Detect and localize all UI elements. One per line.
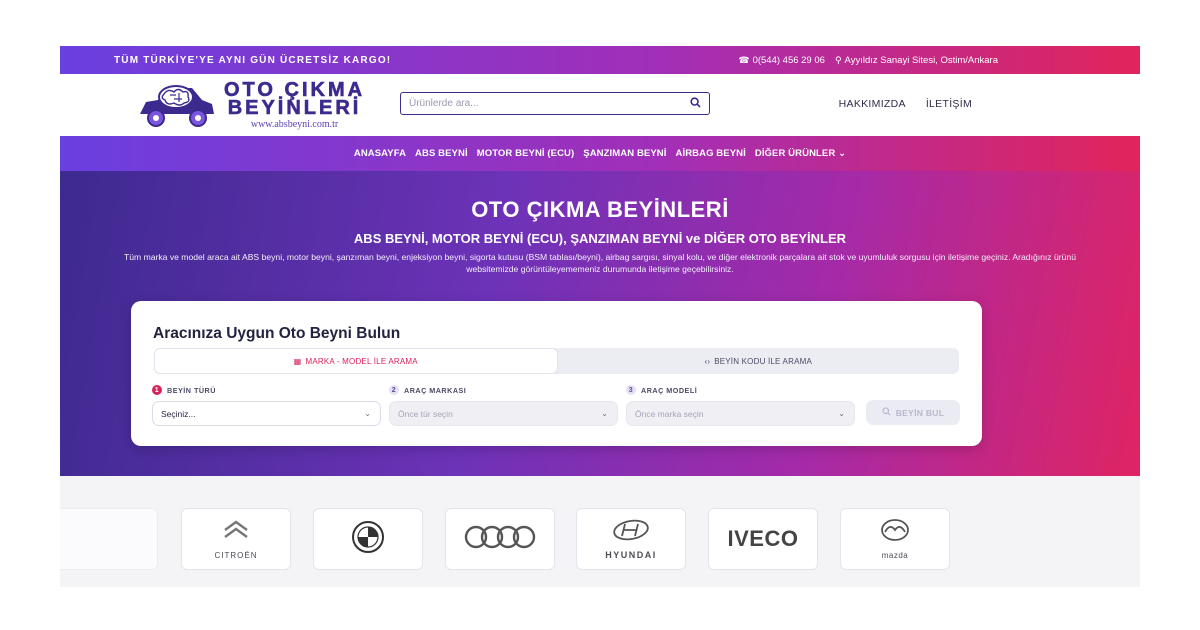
finder-fields: 1 BEYİN TÜRÜ Seçiniz... ⌄ 2 ARAÇ MARKASI Ön… bbox=[152, 385, 962, 427]
brain-finder-card: Aracınıza Uygun Oto Beyni Bulun ▦ MARKA … bbox=[131, 301, 982, 446]
address-text: Ayyıldız Sanayi Sitesi, Ostim/Ankara bbox=[844, 54, 998, 66]
brand-label: mazda bbox=[881, 551, 909, 560]
field-label-text: ARAÇ MODELİ bbox=[641, 385, 698, 395]
brand-label: HYUNDAI bbox=[605, 549, 657, 560]
search-input[interactable]: Ürünlerde ara... bbox=[400, 92, 710, 115]
chevron-down-icon: ⌄ bbox=[838, 409, 845, 418]
page: TÜM TÜRKİYE'YE AYNI GÜN ÜCRETSİZ KARGO! … bbox=[60, 46, 1140, 587]
link-contact[interactable]: İLETİŞİM bbox=[926, 98, 972, 110]
tab-brand-model[interactable]: ▦ MARKA - MODEL İLE ARAMA bbox=[154, 348, 558, 374]
contact-info: ☎ 0(544) 456 29 06 ⚲ Ayyıldız Sanayi Sites… bbox=[738, 55, 998, 66]
site-header: OTO ÇIKMA BEYİNLERİ www.absbeyni.com.tr … bbox=[60, 74, 1140, 136]
code-icon: ‹› bbox=[704, 356, 711, 366]
field-vehicle-brand: 2 ARAÇ MARKASI Önce tür seçin ⌄ bbox=[389, 385, 618, 426]
find-button-label: BEYİN BUL bbox=[895, 407, 945, 418]
shipping-promo: TÜM TÜRKİYE'YE AYNI GÜN ÜCRETSİZ KARGO! bbox=[114, 54, 392, 66]
top-bar: TÜM TÜRKİYE'YE AYNI GÜN ÜCRETSİZ KARGO! … bbox=[60, 46, 1140, 74]
select-value: Önce marka seçin bbox=[635, 408, 704, 419]
grid-icon: ▦ bbox=[293, 356, 302, 366]
phone-link[interactable]: ☎ 0(544) 456 29 06 bbox=[738, 55, 825, 66]
site-logo[interactable]: OTO ÇIKMA BEYİNLERİ www.absbeyni.com.tr bbox=[136, 78, 366, 132]
field-label: 2 ARAÇ MARKASI bbox=[389, 385, 618, 395]
citroen-logo-icon bbox=[222, 518, 250, 547]
search-icon bbox=[882, 407, 891, 418]
field-label: 3 ARAÇ MODELİ bbox=[626, 385, 855, 395]
vehicle-model-select[interactable]: Önce marka seçin ⌄ bbox=[626, 401, 855, 426]
nav-item-transmission[interactable]: ŞANZIMAN BEYNİ bbox=[583, 148, 666, 159]
search-placeholder: Ürünlerde ara... bbox=[409, 98, 479, 109]
tab-brain-code[interactable]: ‹› BEYİN KODU İLE ARAMA bbox=[558, 348, 960, 374]
field-brain-type: 1 BEYİN TÜRÜ Seçiniz... ⌄ bbox=[152, 385, 381, 426]
phone-icon: ☎ bbox=[738, 54, 750, 65]
main-nav: ANASAYFA ABS BEYNİ MOTOR BEYNİ (ECU) ŞAN… bbox=[60, 136, 1140, 171]
step-badge: 1 bbox=[152, 385, 162, 395]
step-badge: 3 bbox=[626, 385, 636, 395]
address-link[interactable]: ⚲ Ayyıldız Sanayi Sitesi, Ostim/Ankara bbox=[835, 55, 998, 66]
brand-card-bmw[interactable] bbox=[313, 508, 423, 570]
header-links: HAKKIMIZDA İLETİŞİM bbox=[839, 98, 972, 110]
tab-label: MARKA - MODEL İLE ARAMA bbox=[305, 356, 418, 366]
audi-logo-icon bbox=[460, 524, 540, 555]
car-brain-logo-icon bbox=[136, 80, 216, 130]
logo-line2: BEYİNLERİ bbox=[227, 96, 362, 119]
tab-label: BEYİN KODU İLE ARAMA bbox=[714, 356, 813, 366]
field-vehicle-model: 3 ARAÇ MODELİ Önce marka seçin ⌄ bbox=[626, 385, 855, 426]
phone-number: 0(544) 456 29 06 bbox=[752, 54, 825, 66]
brand-card-iveco[interactable]: IVECO bbox=[708, 508, 818, 570]
vehicle-brand-select[interactable]: Önce tür seçin ⌄ bbox=[389, 401, 618, 426]
link-about[interactable]: HAKKIMIZDA bbox=[839, 98, 906, 110]
brand-label: CITROËN bbox=[214, 551, 258, 560]
hyundai-logo-icon bbox=[611, 519, 651, 546]
nav-item-ecu[interactable]: MOTOR BEYNİ (ECU) bbox=[477, 148, 575, 159]
nav-item-home[interactable]: ANASAYFA bbox=[354, 148, 406, 159]
brand-card-citroen[interactable]: CITROËN bbox=[181, 508, 291, 570]
nav-item-other[interactable]: DİĞER ÜRÜNLER ⌄ bbox=[755, 148, 846, 159]
hero-description: Tüm marka ve model araca ait ABS beyni, … bbox=[124, 252, 1076, 274]
search-icon[interactable] bbox=[690, 96, 701, 111]
brand-card-partial[interactable] bbox=[60, 508, 158, 570]
bmw-logo-icon bbox=[351, 520, 385, 559]
step-badge: 2 bbox=[389, 385, 399, 395]
brand-card-audi[interactable] bbox=[445, 508, 555, 570]
chevron-down-icon: ⌄ bbox=[364, 409, 371, 418]
logo-line1: OTO ÇIKMA bbox=[224, 78, 366, 101]
select-value: Önce tür seçin bbox=[398, 408, 453, 419]
find-brain-button[interactable]: BEYİN BUL bbox=[866, 400, 960, 425]
hero-title: OTO ÇIKMA BEYİNLERİ bbox=[471, 197, 729, 222]
field-label-text: BEYİN TÜRÜ bbox=[167, 385, 216, 395]
nav-item-airbag[interactable]: AİRBAG BEYNİ bbox=[676, 148, 746, 159]
brand-card-hyundai[interactable]: HYUNDAI bbox=[576, 508, 686, 570]
logo-text: OTO ÇIKMA BEYİNLERİ www.absbeyni.com.tr bbox=[224, 78, 366, 130]
field-label: 1 BEYİN TÜRÜ bbox=[152, 385, 381, 395]
field-label-text: ARAÇ MARKASI bbox=[404, 385, 467, 395]
select-value: Seçiniz... bbox=[161, 408, 196, 419]
finder-title: Aracınıza Uygun Oto Beyni Bulun bbox=[153, 325, 401, 342]
hero-subtitle: ABS BEYNİ, MOTOR BEYNİ (ECU), ŞANZIMAN B… bbox=[353, 231, 847, 246]
map-pin-icon: ⚲ bbox=[834, 54, 842, 65]
brain-type-select[interactable]: Seçiniz... ⌄ bbox=[152, 401, 381, 426]
nav-item-abs[interactable]: ABS BEYNİ bbox=[415, 148, 468, 159]
brand-card-mazda[interactable]: mazda bbox=[840, 508, 950, 570]
search-mode-tabs: ▦ MARKA - MODEL İLE ARAMA ‹› BEYİN KODU … bbox=[154, 348, 959, 374]
chevron-down-icon: ⌄ bbox=[601, 409, 608, 418]
brand-label: IVECO bbox=[727, 526, 799, 551]
brand-carousel: CITROËN HYUNDAI IVECO mazda bbox=[60, 508, 1140, 570]
mazda-logo-icon bbox=[880, 518, 910, 547]
logo-url: www.absbeyni.com.tr bbox=[250, 118, 339, 130]
